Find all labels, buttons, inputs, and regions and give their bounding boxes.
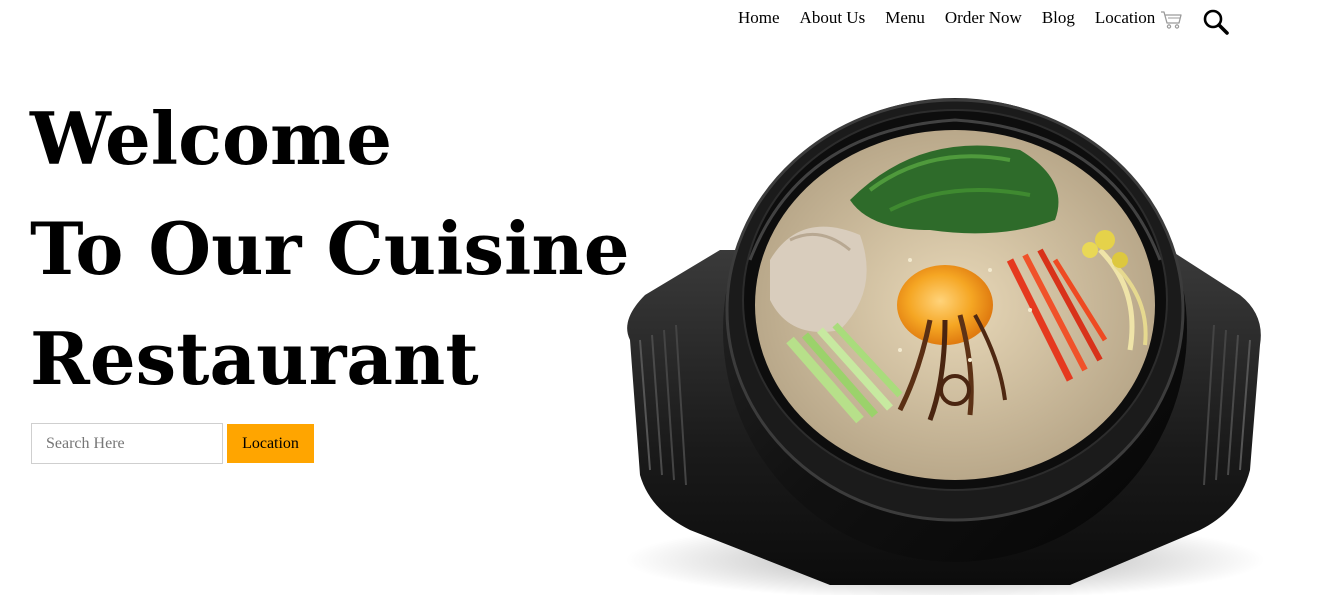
main-nav: Home About Us Menu Order Now Blog Locati…: [738, 6, 1175, 30]
bibimbap-bowl-image: [625, 98, 1265, 595]
location-button[interactable]: Location: [227, 424, 314, 463]
nav-home-link[interactable]: Home: [738, 8, 780, 28]
nav-blog-link[interactable]: Blog: [1042, 8, 1075, 28]
cart-icon[interactable]: [1160, 10, 1184, 30]
page: Home About Us Menu Order Now Blog Locati…: [0, 0, 1323, 595]
search-input[interactable]: [31, 423, 223, 464]
hero-line-2: To Our Cuisine: [30, 206, 630, 291]
nav-location-link[interactable]: Location: [1095, 8, 1155, 28]
nav-order-link[interactable]: Order Now: [945, 8, 1022, 28]
hero-line-3: Restaurant: [30, 316, 479, 401]
nav-menu-link[interactable]: Menu: [885, 8, 925, 28]
hero-line-1: Welcome: [30, 96, 393, 181]
search-icon[interactable]: [1202, 8, 1230, 36]
hero-heading: Welcome To Our Cuisine Restaurant: [30, 84, 630, 414]
nav-about-link[interactable]: About Us: [800, 8, 866, 28]
